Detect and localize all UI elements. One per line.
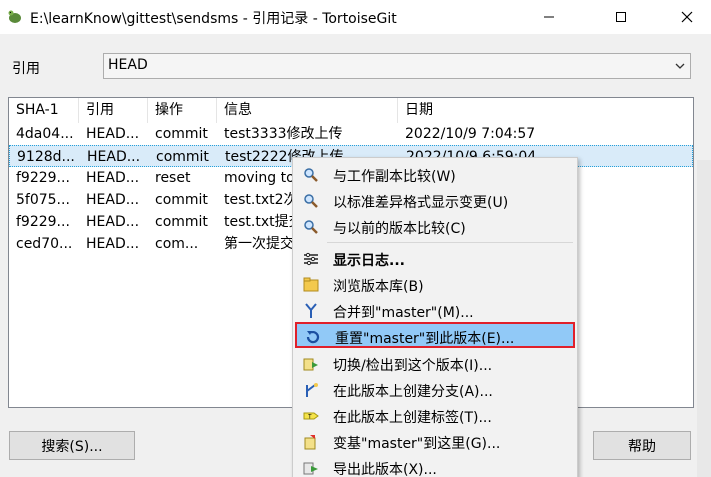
cell-ref: HEAD... xyxy=(86,170,140,186)
cell-sha: f9229... xyxy=(16,170,70,186)
cell-ref: HEAD... xyxy=(86,126,140,142)
branch-icon xyxy=(306,383,318,397)
menu-item-label: 显示日志... xyxy=(333,253,405,269)
cell-ref: HEAD... xyxy=(86,192,140,208)
close-button[interactable] xyxy=(664,0,710,34)
cell-action: commit xyxy=(155,214,208,230)
menu-item-create-branch[interactable]: 在此版本上创建分支(A)... xyxy=(295,377,575,403)
list-header: SHA-1 引用 操作 信息 日期 xyxy=(9,98,693,123)
merge-icon xyxy=(305,303,317,318)
ref-value: HEAD xyxy=(108,57,148,73)
window-title: E:\learnKnow\gittest\sendsms - 引用记录 - To… xyxy=(30,11,397,27)
cell-sha: 9128d... xyxy=(17,149,75,165)
column-header-date[interactable]: 日期 xyxy=(398,98,693,123)
magnifier-diff-icon xyxy=(304,194,318,208)
cell-sha: 4da04... xyxy=(16,126,74,142)
menu-item-export[interactable]: 导出此版本(X)... xyxy=(295,455,575,477)
menu-item-label: 变基"master"到这里(G)... xyxy=(333,436,501,452)
export-icon xyxy=(303,462,318,475)
close-icon xyxy=(681,11,693,23)
cell-ref: HEAD... xyxy=(86,236,140,252)
reset-icon xyxy=(306,330,320,344)
title-bar: E:\learnKnow\gittest\sendsms - 引用记录 - To… xyxy=(0,0,711,34)
menu-item-label: 在此版本上创建分支(A)... xyxy=(333,384,493,400)
cell-date: 2022/10/9 7:04:57 xyxy=(405,126,536,142)
cell-action: commit xyxy=(155,192,208,208)
menu-separator xyxy=(327,242,573,243)
menu-item-label: 以标准差异格式显示变更(U) xyxy=(333,195,509,211)
menu-item-label: 浏览版本库(B) xyxy=(333,279,424,295)
menu-item-reset-master[interactable]: 重置"master"到此版本(E)... xyxy=(295,322,575,348)
menu-item-label: 切换/检出到这个版本(I)... xyxy=(333,358,493,374)
menu-item-label: 与以前的版本比较(C) xyxy=(333,221,466,237)
context-menu: 与工作副本比较(W) 以标准差异格式显示变更(U) 与以前的版本比较(C) 显示… xyxy=(292,157,578,477)
menu-item-label: 重置"master"到此版本(E)... xyxy=(335,331,515,347)
magnifier-prev-icon xyxy=(304,220,318,234)
cell-message: test3333修改上传 xyxy=(224,126,343,142)
minimize-icon xyxy=(544,16,554,18)
tag-icon: T xyxy=(303,412,319,421)
menu-item-show-log[interactable]: 显示日志... xyxy=(295,246,575,272)
column-header-message[interactable]: 信息 xyxy=(217,98,398,123)
svg-text:T: T xyxy=(308,415,312,421)
table-row[interactable]: 4da04... HEAD... commit test3333修改上传 202… xyxy=(9,123,693,145)
cell-message: test.txt提交 xyxy=(224,214,295,230)
column-header-ref[interactable]: 引用 xyxy=(79,98,148,123)
cell-action: com... xyxy=(155,236,199,252)
chevron-down-icon xyxy=(675,63,685,69)
background-window-edge xyxy=(697,160,711,477)
minimize-button[interactable] xyxy=(526,0,572,34)
cell-message: 第一次提交 xyxy=(224,236,294,252)
ref-label: 引用 xyxy=(12,61,40,77)
tortoisegit-icon xyxy=(8,10,21,23)
cell-ref: HEAD... xyxy=(87,149,141,165)
ref-combobox[interactable]: HEAD xyxy=(103,53,691,79)
column-header-action[interactable]: 操作 xyxy=(148,98,217,123)
menu-item-create-tag[interactable]: T 在此版本上创建标签(T)... xyxy=(295,403,575,429)
cell-ref: HEAD... xyxy=(86,214,140,230)
search-button[interactable]: 搜索(S)... xyxy=(9,431,135,460)
switch-icon xyxy=(303,358,318,371)
menu-item-switch-checkout[interactable]: 切换/检出到这个版本(I)... xyxy=(295,351,575,377)
menu-item-compare-previous[interactable]: 与以前的版本比较(C) xyxy=(295,214,575,240)
menu-item-show-unified-diff[interactable]: 以标准差异格式显示变更(U) xyxy=(295,188,575,214)
menu-item-rebase[interactable]: 变基"master"到这里(G)... xyxy=(295,429,575,455)
menu-item-label: 合并到"master"(M)... xyxy=(333,305,474,321)
menu-item-browse-repo[interactable]: 浏览版本库(B) xyxy=(295,272,575,298)
maximize-icon xyxy=(616,12,626,22)
cell-sha: 5f075... xyxy=(16,192,70,208)
maximize-button[interactable] xyxy=(598,0,644,34)
repo-browser-icon xyxy=(303,277,319,292)
menu-item-label: 与工作副本比较(W) xyxy=(333,169,456,185)
magnifier-compare-icon xyxy=(304,168,318,182)
cell-sha: ced70... xyxy=(16,236,73,252)
cell-action: commit xyxy=(156,149,209,165)
column-header-sha[interactable]: SHA-1 xyxy=(9,98,79,123)
menu-item-label: 导出此版本(X)... xyxy=(333,462,437,477)
cell-message: moving to xyxy=(224,170,295,186)
cell-action: commit xyxy=(155,126,208,142)
cell-action: reset xyxy=(155,170,191,186)
help-button[interactable]: 帮助 xyxy=(593,431,691,460)
menu-item-compare-working-copy[interactable]: 与工作副本比较(W) xyxy=(295,162,575,188)
cell-sha: f9229... xyxy=(16,214,70,230)
cell-message: test.txt2次 xyxy=(224,192,295,208)
log-lines-icon xyxy=(304,252,318,266)
menu-item-merge[interactable]: 合并到"master"(M)... xyxy=(295,298,575,324)
menu-item-label: 在此版本上创建标签(T)... xyxy=(333,410,492,426)
rebase-icon xyxy=(304,435,316,450)
